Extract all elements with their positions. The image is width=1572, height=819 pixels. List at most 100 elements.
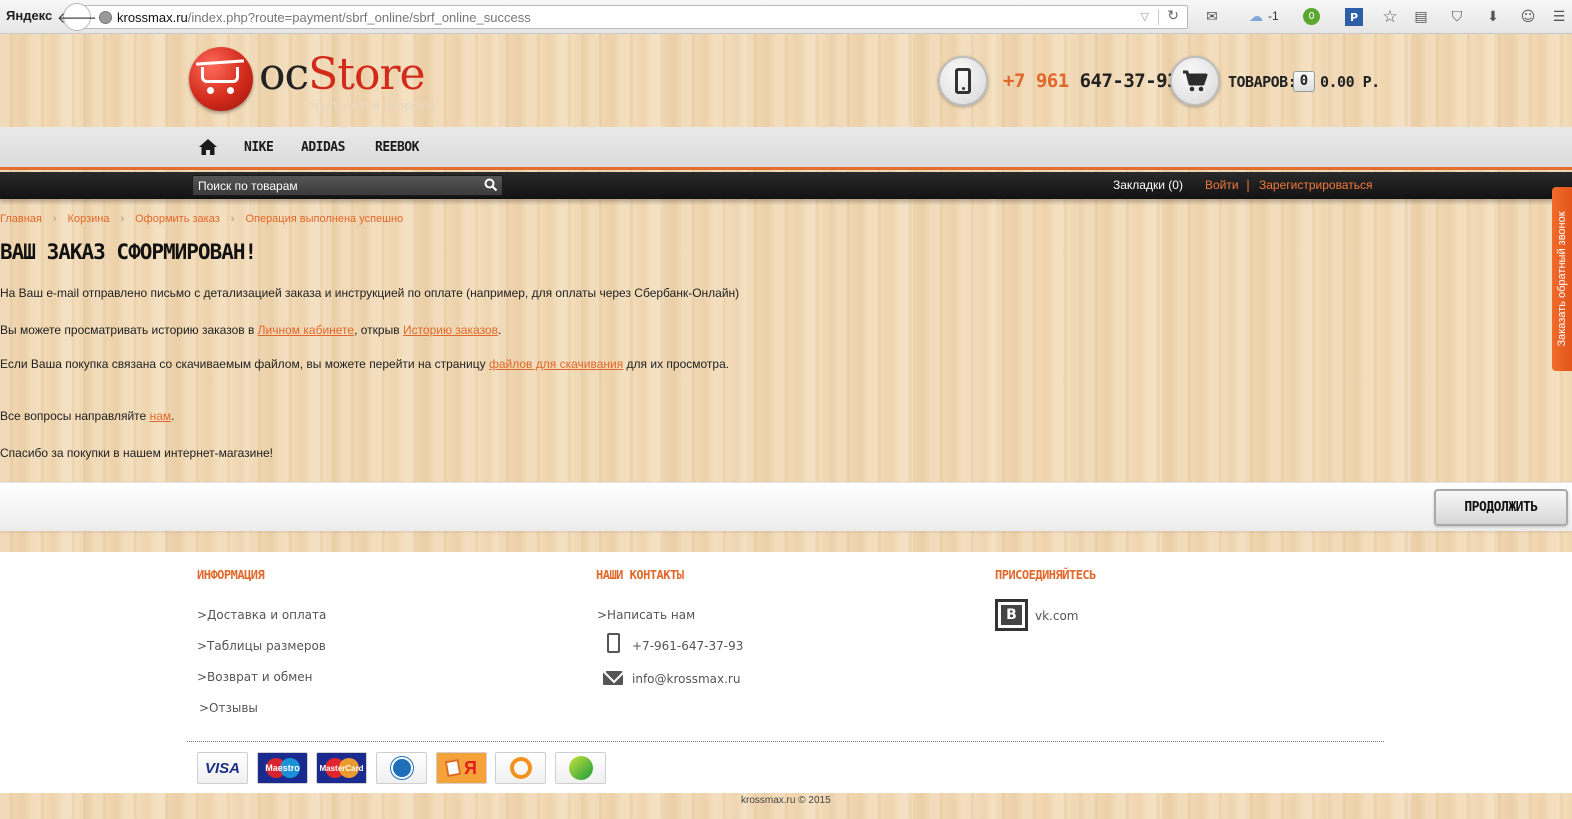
weather-icon[interactable]: ☁ [1247,8,1265,26]
footer-link-reviews[interactable]: >Отзывы [199,701,258,715]
phone-icon [955,68,971,94]
order-history-text: Вы можете просматривать историю заказов … [0,323,501,337]
url-divider [1158,9,1159,25]
globe-shape [390,757,413,779]
order-history-link[interactable]: Историю заказов [403,323,498,337]
address-bar[interactable]: krossmax.ru/index.php?route=payment/sbrf… [80,5,1188,29]
download-icon[interactable]: ⬇ [1484,8,1502,26]
visa-icon: VISA [197,752,248,784]
browser-brand: Яндекс [6,8,53,23]
downloads-text: Если Ваша покупка связана со скачиваемым… [0,357,729,371]
cart-total[interactable]: 0.00 Р. [1320,73,1380,91]
pocket-icon[interactable]: ⛉ [1448,8,1466,26]
text-fragment: Все вопросы направляйте [0,409,150,423]
text-fragment: . [171,409,175,423]
vk-icon[interactable]: B [995,599,1028,631]
register-link[interactable]: Зарегистрироваться [1259,178,1372,192]
phone-icon [607,633,620,653]
extension-badge-icon[interactable]: 0 [1303,8,1320,25]
downloads-link[interactable]: файлов для скачивания [489,357,623,371]
copyright: krossmax.ru © 2015 [741,795,831,806]
url-path: /index.php?route=payment/sbrf_online/sbr… [187,10,531,25]
breadcrumb-success[interactable]: Операция выполнена успешно [245,213,403,225]
url-text[interactable]: krossmax.ru/index.php?route=payment/sbrf… [117,10,531,25]
logo[interactable]: ocStore [259,49,426,100]
vk-letter: B [1001,605,1022,625]
logo-cart-icon[interactable] [189,47,253,111]
cart-label[interactable]: ТОВАРОВ: [1228,73,1297,91]
nav-item-nike[interactable]: NIKE [244,140,274,155]
search-icon[interactable] [484,178,498,192]
email-notice-text: На Ваш e-mail отправлено письмо с детали… [0,286,740,300]
login-link[interactable]: Войти [1205,178,1239,192]
breadcrumb-cart[interactable]: Корзина [68,213,110,225]
breadcrumb-separator: › [52,213,57,225]
reload-icon[interactable]: ↻ [1167,8,1179,24]
yandex-money-icon: Я [436,752,487,784]
footer-email[interactable]: info@krossmax.ru [632,672,740,686]
search-bar: Поиск по товарам Закладки (0) Войти | За… [0,172,1572,199]
store-header: ocStore open source shopping +7 961 647-… [0,35,1572,127]
weather-temp: -1 [1268,9,1279,23]
thanks-text: Спасибо за покупки в нашем интернет-мага… [0,446,274,460]
mastercard-icon: MasterCard [316,752,367,784]
home-icon[interactable] [198,138,218,156]
wheel-shape [227,87,234,94]
yandex-label: Я [464,757,477,778]
wheel-shape [207,87,214,94]
footer-link-write-us[interactable]: >Написать нам [597,608,695,622]
webmoney-icon [376,752,427,784]
text-fragment: . [497,323,502,337]
vk-link[interactable]: vk.com [1035,609,1079,623]
callback-tab[interactable]: Заказать обратный звонок [1552,187,1572,371]
wishlist-link[interactable]: Закладки (0) [1113,178,1183,192]
cart-icon [1183,70,1208,92]
url-dropdown-icon[interactable]: ▽ [1141,10,1149,23]
footer: ИНФОРМАЦИЯ >Доставка и оплата >Таблицы р… [0,552,1572,793]
breadcrumb-home[interactable]: Главная [0,213,42,225]
phone-button[interactable] [938,56,988,106]
nav-item-adidas[interactable]: ADIDAS [301,140,345,155]
text-fragment: Если Ваша покупка связана со скачиваемым… [0,357,489,371]
cart-count[interactable]: 0 [1293,71,1315,92]
footer-contacts-heading: НАШИ КОНТАКТЫ [596,568,684,582]
breadcrumb-separator: › [230,213,235,225]
phone-number: 647-37-93 [1079,70,1179,92]
text-fragment: , открыв [354,323,403,337]
nav-item-reebok[interactable]: REEBOK [375,140,419,155]
footer-link-sizes[interactable]: >Таблицы размеров [197,639,326,653]
footer-link-delivery[interactable]: >Доставка и оплата [197,608,326,622]
back-button[interactable]: 🡐 [57,3,97,31]
maestro-label: Maestro [265,763,300,773]
cart-button[interactable] [1170,56,1220,106]
breadcrumb: Главная › Корзина › Оформить заказ › Операция … [0,213,403,225]
button-bar: ПРОДОЛЖИТЬ [0,482,1572,531]
contact-text: Все вопросы направляйте нам. [0,409,174,423]
link-separator: | [1246,178,1251,192]
mail-icon[interactable]: ✉ [1203,8,1221,26]
breadcrumb-separator: › [120,213,125,225]
bookmarks-list-icon[interactable]: ▤ [1412,8,1430,26]
menu-icon[interactable]: ☰ [1550,8,1568,26]
url-host: krossmax.ru [117,10,188,25]
search-input[interactable]: Поиск по товарам [192,175,503,196]
maestro-icon: Maestro [257,752,308,784]
badge-count: 0 [1308,11,1315,22]
chat-icon[interactable]: ☺ [1519,8,1537,26]
text-fragment: для их просмотра. [623,357,730,371]
browser-toolbar: Яндекс krossmax.ru/index.php?route=payme… [0,0,1572,34]
continue-button[interactable]: ПРОДОЛЖИТЬ [1434,489,1568,526]
footer-divider [187,741,1384,742]
contact-us-link[interactable]: нам [150,409,172,423]
extension-p-icon[interactable]: P [1345,8,1363,26]
sberbank-circle [568,756,593,780]
logo-tagline: open source shopping [308,98,436,113]
phone-code: +7 961 [1003,70,1069,92]
star-icon[interactable]: ☆ [1381,7,1399,27]
mail-icon [603,671,623,685]
visa-label: VISA [204,759,240,777]
footer-link-returns[interactable]: >Возврат и обмен [197,670,313,684]
account-link[interactable]: Личном кабинете [258,323,354,337]
breadcrumb-checkout[interactable]: Оформить заказ [135,213,220,225]
logo-brand: Store [308,49,425,100]
